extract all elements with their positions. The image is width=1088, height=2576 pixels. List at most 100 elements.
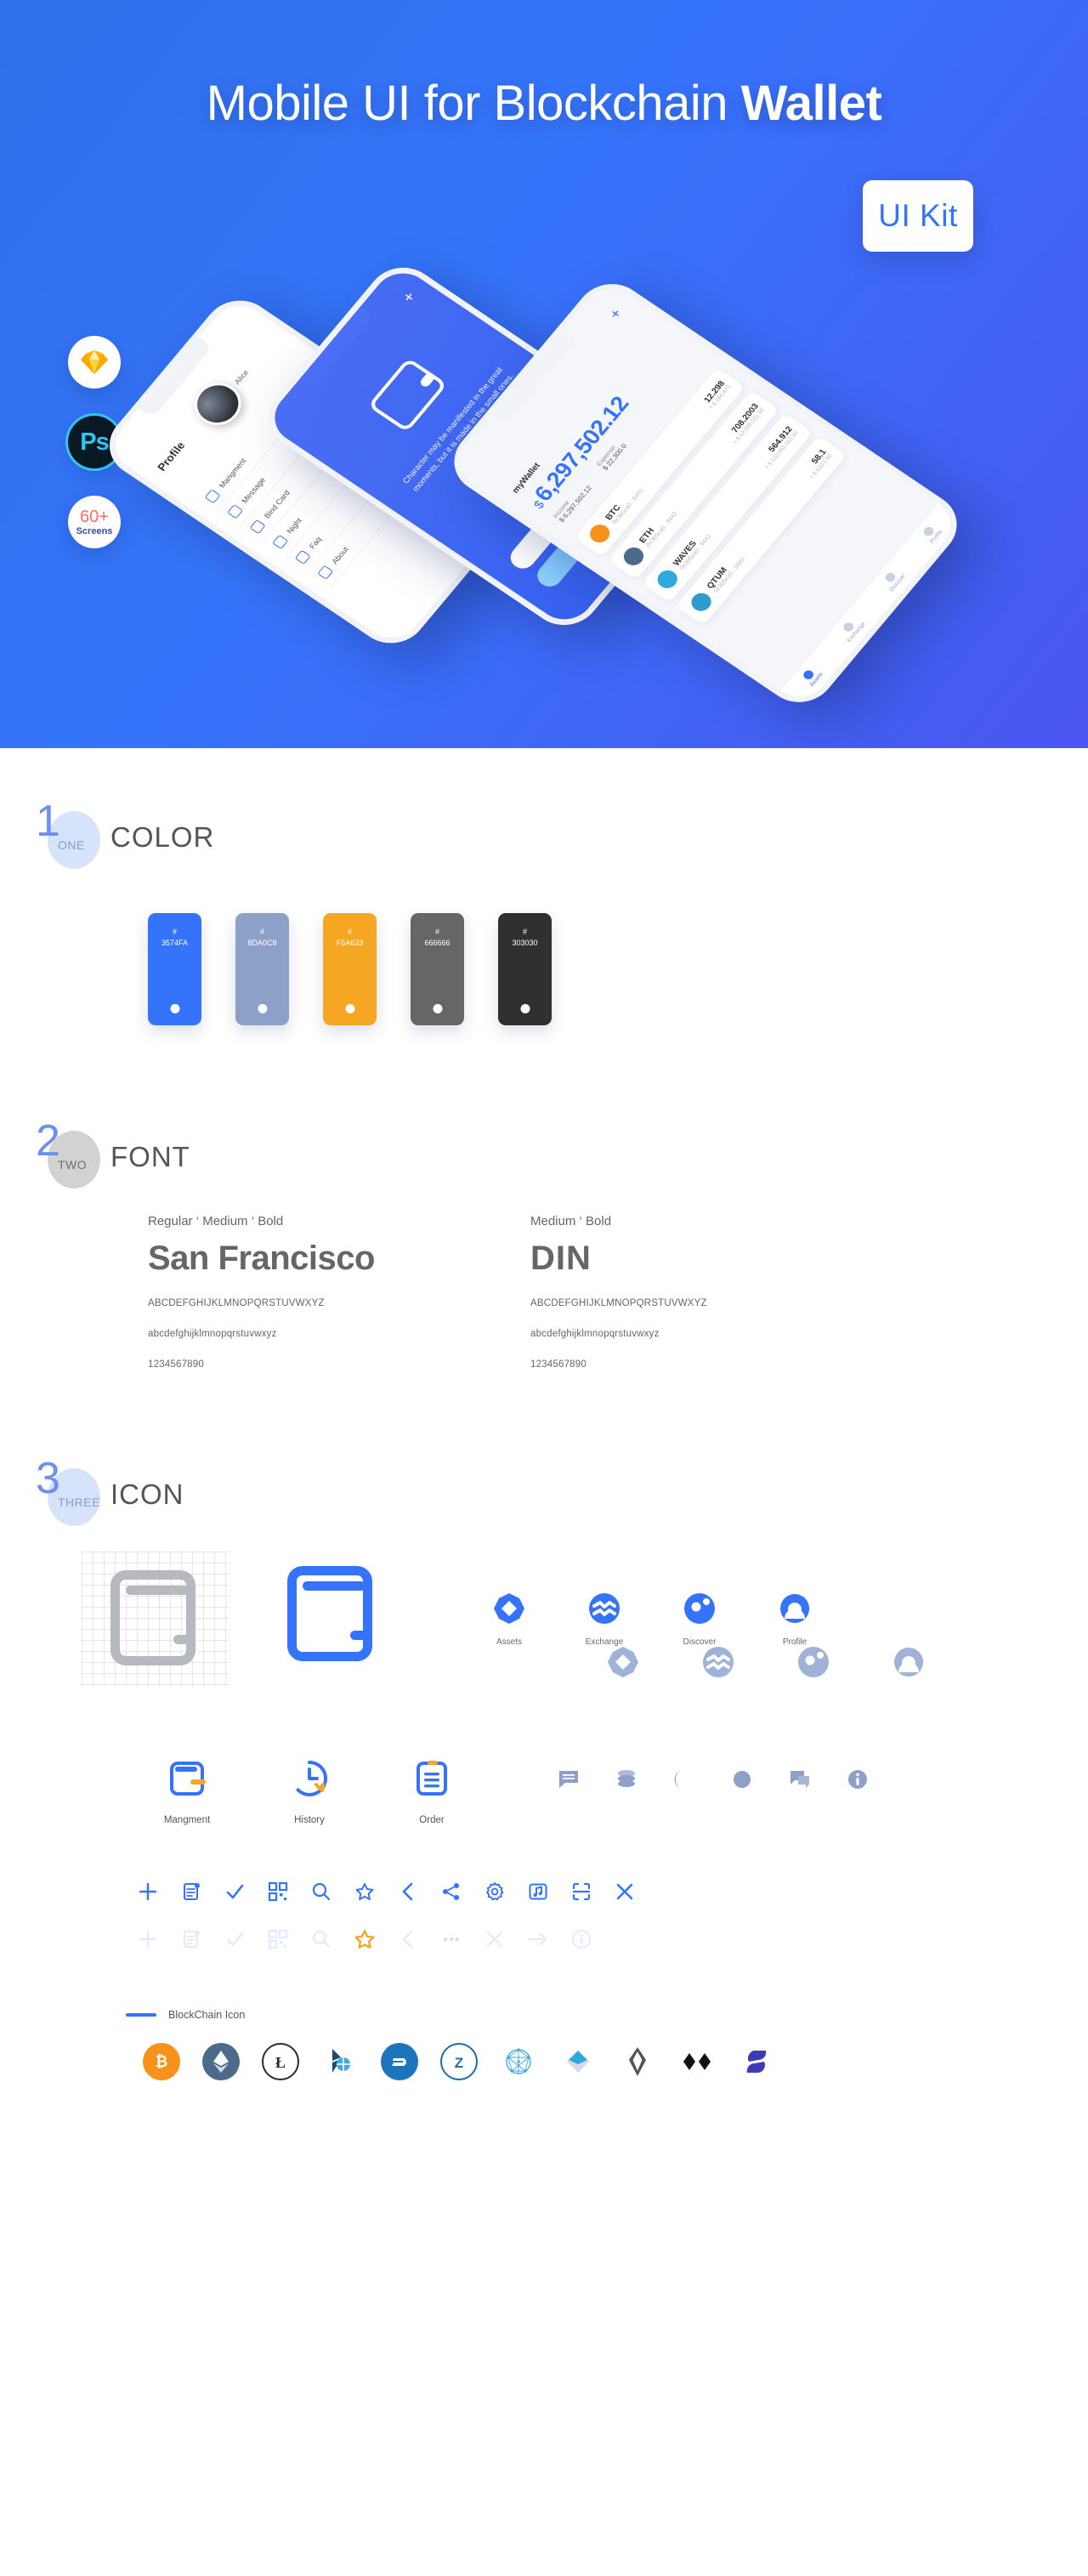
- search-icon: [312, 1930, 330, 1949]
- star-filled-button[interactable]: [343, 1922, 386, 1956]
- check-button[interactable]: [212, 1875, 256, 1909]
- nano-icon[interactable]: [738, 2043, 775, 2080]
- tab-icon-exchange[interactable]: Exchange: [580, 1592, 629, 1647]
- media-icon: [529, 1883, 547, 1900]
- font-uppercase-sample: ABCDEFGHIJKLMNOPQRSTUVWXYZ: [530, 1298, 707, 1308]
- chevron-left-icon: [402, 1930, 412, 1949]
- wallet-icon: [367, 357, 448, 433]
- settings-button[interactable]: [473, 1875, 516, 1909]
- font-family-list: Regular ‘ Medium ‘ Bold San Francisco AB…: [0, 1214, 1088, 1370]
- tab-icon-assets[interactable]: Assets: [484, 1592, 534, 1647]
- close-button-muted: [473, 1922, 516, 1956]
- qr-code-button-muted: [256, 1922, 299, 1956]
- check-button-muted: [212, 1922, 256, 1956]
- arrow-right-icon: [527, 1932, 547, 1946]
- font-numerals-sample: 1234567890: [148, 1359, 204, 1370]
- color-swatch-hex: #666666: [424, 928, 450, 948]
- section-number-word: TWO: [58, 1158, 88, 1172]
- font-section-header: 2 TWO FONT: [0, 1116, 1088, 1189]
- font-lowercase-sample: abcdefghijklmnopqrstuvwxyz: [530, 1329, 660, 1339]
- tenx-icon[interactable]: [678, 2043, 716, 2080]
- scan-button[interactable]: [559, 1875, 603, 1909]
- feature-icon-mangment[interactable]: Mangment: [126, 1756, 248, 1825]
- blockchain-icon-header: BlockChain Icon: [0, 2009, 1088, 2021]
- plus-icon[interactable]: +: [399, 289, 420, 306]
- back-button[interactable]: [386, 1875, 429, 1909]
- circle-icon: [734, 1771, 751, 1788]
- color-swatch[interactable]: #3574FA: [148, 913, 201, 1025]
- tab-icon-assets-muted: [598, 1645, 648, 1683]
- blockchain-icon-label: BlockChain Icon: [168, 2009, 246, 2021]
- feature-icon-row: Mangment History Order: [0, 1756, 1088, 1825]
- utility-icon-row-active: [126, 1875, 1088, 1909]
- dash-icon[interactable]: [381, 2043, 418, 2080]
- font-numerals-sample: 1234567890: [530, 1359, 586, 1370]
- divider-line: [126, 2013, 156, 2017]
- feature-icon-label: Order: [419, 1815, 445, 1825]
- font-family-sf: Regular ‘ Medium ‘ Bold San Francisco AB…: [148, 1214, 505, 1370]
- scan-icon: [572, 1882, 590, 1901]
- section-title: COLOR: [110, 821, 215, 853]
- tab-exchange[interactable]: Exchange: [837, 615, 867, 644]
- color-swatch[interactable]: #666666: [411, 913, 464, 1025]
- tab-icon-profile[interactable]: Profile: [770, 1592, 819, 1647]
- zcash-icon[interactable]: Z: [440, 2043, 478, 2080]
- list-item-label: About: [329, 545, 350, 565]
- svg-text:Z: Z: [455, 2055, 463, 2071]
- moon-icon: [674, 1770, 681, 1789]
- litecoin-icon[interactable]: Ł: [262, 2043, 299, 2080]
- plus-button[interactable]: [126, 1875, 169, 1909]
- close-button[interactable]: [603, 1875, 646, 1909]
- plus-icon[interactable]: +: [605, 305, 625, 321]
- search-icon: [312, 1882, 330, 1901]
- swatch-dot: [258, 1004, 267, 1013]
- section-number-digit: 2: [36, 1116, 60, 1166]
- utility-icon-row-muted: [126, 1922, 1088, 1956]
- note-settings-icon: [183, 1931, 200, 1948]
- more-button[interactable]: [429, 1922, 473, 1956]
- muted-icon-row: [558, 1768, 869, 1790]
- tab-bar: Assets Exchange Discover Profile: [781, 503, 963, 707]
- tab-assets[interactable]: Assets: [800, 666, 824, 688]
- color-swatch-hex: #8DA0C8: [247, 928, 277, 948]
- tab-icon-exchange-muted: [694, 1645, 743, 1683]
- color-swatch[interactable]: #8DA0C8: [235, 913, 289, 1025]
- color-swatch[interactable]: #303030: [498, 913, 552, 1025]
- qr-code-button[interactable]: [256, 1875, 299, 1909]
- media-button[interactable]: [516, 1875, 559, 1909]
- search-button[interactable]: [299, 1875, 343, 1909]
- bitcoin-icon[interactable]: ₿: [143, 2043, 180, 2080]
- wallet-solid-icon-wrap: [287, 1566, 382, 1671]
- eos-icon[interactable]: [619, 2043, 656, 2080]
- section-number-word: ONE: [58, 838, 85, 852]
- share-button[interactable]: [429, 1875, 473, 1909]
- discover-icon: [798, 1647, 829, 1677]
- info-button[interactable]: [559, 1922, 603, 1956]
- profile-icon: [894, 1648, 924, 1677]
- color-swatch[interactable]: # F5A623: [323, 913, 377, 1025]
- swatch-dot: [520, 1004, 530, 1013]
- tab-discover[interactable]: Discover: [880, 566, 907, 593]
- wallet-outline-icon: [110, 1570, 196, 1665]
- close-icon: [486, 1931, 502, 1948]
- star-button[interactable]: [343, 1875, 386, 1909]
- swatch-dot: [433, 1004, 442, 1013]
- tab-profile[interactable]: Profile: [920, 523, 944, 544]
- star-filled-icon: [354, 1930, 374, 1949]
- bitshares-icon[interactable]: [321, 2043, 359, 2080]
- chevron-left-icon: [402, 1882, 412, 1901]
- forward-button[interactable]: [516, 1922, 559, 1956]
- tab-icon-discover[interactable]: Discover: [675, 1592, 724, 1647]
- color-swatch-hex: #303030: [512, 928, 538, 948]
- swatch-dot: [345, 1004, 354, 1013]
- feature-icon-order[interactable]: Order: [371, 1756, 493, 1825]
- section-number-word: THREE: [58, 1495, 100, 1509]
- ethereum-icon[interactable]: [202, 2043, 240, 2080]
- info-icon: [571, 1930, 591, 1949]
- feature-icon-history[interactable]: History: [248, 1756, 371, 1825]
- profile-screen-title: Profile: [155, 439, 188, 474]
- qtum-icon[interactable]: [500, 2043, 537, 2080]
- waves-icon[interactable]: [559, 2043, 597, 2080]
- note-settings-button[interactable]: [169, 1875, 212, 1909]
- list-item-label: Night: [284, 516, 303, 536]
